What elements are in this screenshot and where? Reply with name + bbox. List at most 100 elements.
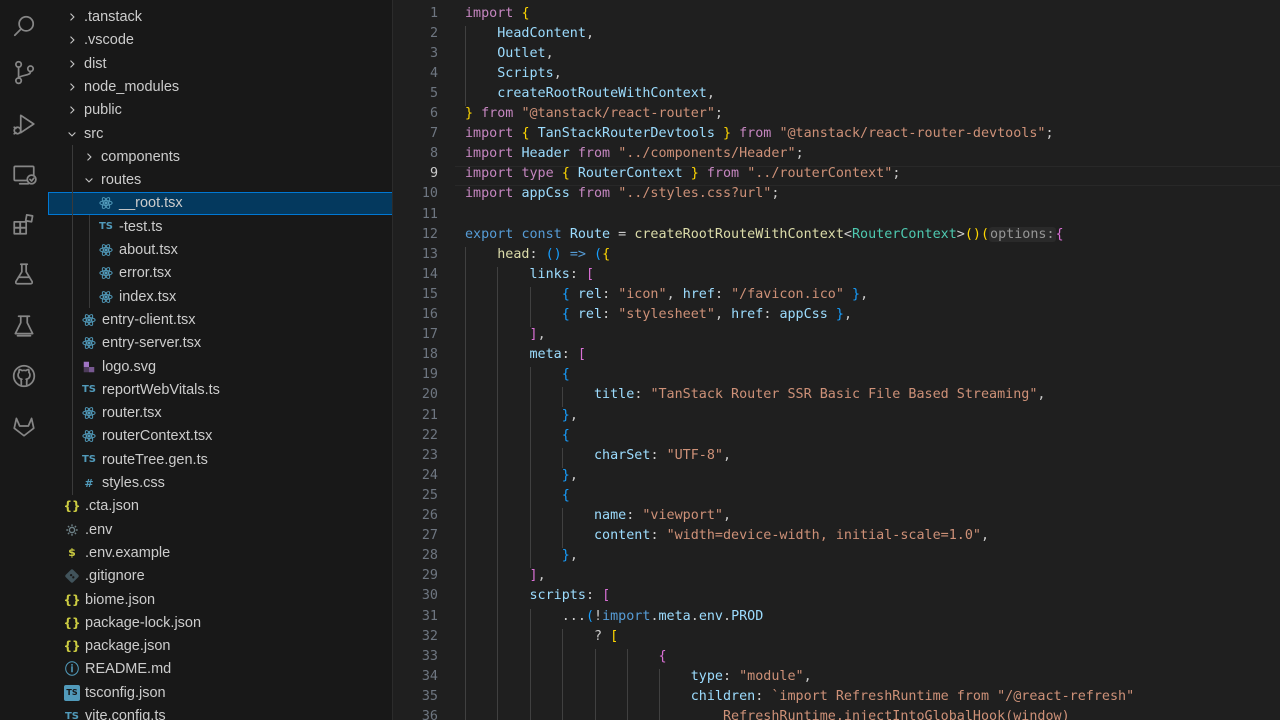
explorer-item-label: components — [101, 148, 180, 165]
explorer-folder-vscode[interactable]: .vscode — [48, 29, 392, 52]
explorer-file-styles-css[interactable]: # styles.css — [48, 472, 392, 495]
explorer-file-readme-md[interactable]: ⓘ README.md — [48, 658, 392, 681]
code-line[interactable]: content: "width=device-width, initial-sc… — [465, 528, 989, 543]
explorer-file-biome-json[interactable]: {} biome.json — [48, 588, 392, 611]
code-line[interactable]: { rel: "icon", href: "/favicon.ico" }, — [465, 287, 868, 302]
explorer-file-vite-config-ts[interactable]: TS vite.config.ts — [48, 705, 392, 720]
code-line[interactable]: }, — [465, 408, 578, 423]
explorer-folder-routes[interactable]: routes — [48, 169, 392, 192]
explorer-folder-public[interactable]: public — [48, 99, 392, 122]
react-file-icon — [98, 289, 114, 305]
line-number: 24 — [421, 467, 438, 483]
code-line[interactable]: } from "@tanstack/react-router"; — [465, 106, 723, 121]
explorer-item-label: routerContext.tsx — [102, 428, 213, 445]
code-editor[interactable]: 1 import {2 HeadContent, 3 Outlet, 4 Script… — [393, 0, 1280, 720]
code-line[interactable]: ? [ — [465, 629, 618, 644]
code-line[interactable]: createRootRouteWithContext, — [465, 86, 715, 101]
code-line[interactable]: ], — [465, 327, 546, 342]
explorer-file-test-ts[interactable]: TS -test.ts — [48, 215, 392, 238]
explorer-item-label: styles.css — [102, 475, 165, 491]
code-token: type — [521, 166, 554, 182]
explorer-file-router-tsx[interactable]: router.tsx — [48, 402, 392, 425]
explorer-file-entry-client-tsx[interactable]: entry-client.tsx — [48, 308, 392, 331]
code-token: from — [739, 126, 772, 142]
code-line[interactable]: children: `import RefreshRuntime from "/… — [465, 689, 1134, 704]
code-line[interactable]: scripts: [ — [465, 588, 611, 604]
extensions-activity-button[interactable] — [0, 200, 48, 248]
code-line[interactable]: RefreshRuntime.injectIntoGlobalHook(wind… — [465, 709, 1070, 720]
code-line[interactable]: import appCss from "../styles.css?url"; — [465, 186, 779, 201]
explorer-file-error-tsx[interactable]: error.tsx — [48, 262, 392, 285]
json-file-icon: {} — [63, 499, 81, 514]
code-token: } — [835, 307, 844, 322]
code-line[interactable]: HeadContent, — [465, 26, 594, 41]
code-token: Route — [569, 226, 611, 242]
code-line[interactable]: { — [465, 488, 570, 503]
code-token: . — [650, 608, 659, 624]
code-token: type — [690, 668, 723, 684]
code-token: : — [585, 588, 603, 604]
explorer-folder-tanstack[interactable]: .tanstack — [48, 6, 392, 29]
code-line[interactable]: }, — [465, 548, 578, 563]
code-token: ] — [529, 568, 538, 584]
code-line[interactable]: ], — [465, 568, 546, 583]
explorer-file-package-json[interactable]: {} package.json — [48, 635, 392, 658]
explorer-file-logo-svg[interactable]: logo.svg — [48, 355, 392, 378]
code-token: : — [650, 528, 667, 544]
code-line[interactable]: export const Route = createRootRouteWith… — [465, 226, 1064, 242]
lab-flask-activity-button[interactable] — [0, 302, 48, 350]
explorer-folder-components[interactable]: components — [48, 145, 392, 168]
explorer-file-entry-server-tsx[interactable]: entry-server.tsx — [48, 332, 392, 355]
code-line[interactable]: import { TanStackRouterDevtools } from "… — [465, 126, 1054, 141]
code-token: < — [843, 226, 852, 242]
explorer-file-cta-json[interactable]: {} .cta.json — [48, 495, 392, 518]
source-control-activity-button[interactable] — [0, 48, 48, 96]
code-line[interactable]: }, — [465, 468, 578, 483]
chevron-right-icon — [64, 9, 80, 25]
code-line[interactable]: links: [ — [465, 266, 595, 282]
code-line[interactable]: import type { RouterContext } from "../r… — [465, 166, 900, 181]
code-line[interactable]: head: () => ({ — [465, 247, 610, 262]
code-line[interactable]: charSet: "UTF-8", — [465, 448, 731, 463]
code-line[interactable]: { — [465, 428, 570, 443]
code-token: } — [852, 286, 861, 302]
explorer-file-routercontext-tsx[interactable]: routerContext.tsx — [48, 425, 392, 448]
code-line[interactable]: { rel: "stylesheet", href: appCss }, — [465, 307, 852, 322]
code-line[interactable]: meta: [ — [465, 347, 586, 362]
explorer-file-about-tsx[interactable]: about.tsx — [48, 239, 392, 262]
explorer-file-index-tsx[interactable]: index.tsx — [48, 285, 392, 308]
code-line[interactable]: { — [465, 367, 570, 382]
explorer-folder-dist[interactable]: dist — [48, 52, 392, 75]
react-file-icon — [81, 405, 97, 421]
testing-activity-button[interactable] — [0, 250, 48, 298]
explorer-file-tsconfig-json[interactable]: TS tsconfig.json — [48, 681, 392, 704]
explorer-file-root-tsx[interactable]: __root.tsx — [48, 191, 392, 215]
code-line[interactable]: type: "module", — [465, 669, 812, 684]
code-token: { — [561, 166, 570, 182]
explorer-file-reportwebvitals-ts[interactable]: TS reportWebVitals.ts — [48, 378, 392, 401]
code-line[interactable]: title: "TanStack Router SSR Basic File B… — [465, 387, 1045, 402]
github-activity-button[interactable] — [0, 352, 48, 400]
code-line[interactable]: ...(!import.meta.env.PROD — [465, 608, 764, 624]
gitlab-activity-button[interactable] — [0, 402, 48, 450]
code-line[interactable]: import { — [465, 6, 530, 21]
explorer-file-env-example[interactable]: $ .env.example — [48, 541, 392, 564]
explorer-file-package-lock-json[interactable]: {} package-lock.json — [48, 611, 392, 634]
code-token: : — [569, 266, 586, 282]
explorer-file-gitignore[interactable]: .gitignore — [48, 565, 392, 588]
explorer-folder-src[interactable]: src — [48, 122, 392, 145]
code-line[interactable]: { — [465, 649, 666, 664]
remote-explorer-activity-button[interactable] — [0, 150, 48, 198]
code-token: { — [561, 307, 570, 322]
code-line[interactable]: Outlet, — [465, 46, 553, 61]
run-debug-activity-button[interactable] — [0, 100, 48, 148]
explorer-folder-node-modules[interactable]: node_modules — [48, 75, 392, 98]
code-line[interactable]: name: "viewport", — [465, 508, 731, 523]
code-line[interactable]: import Header from "../components/Header… — [465, 146, 804, 161]
explorer-file-env[interactable]: .env — [48, 518, 392, 541]
explorer-file-routetree-gen-ts[interactable]: TS routeTree.gen.ts — [48, 448, 392, 471]
search-activity-button[interactable] — [0, 2, 48, 50]
code-line[interactable]: Scripts, — [465, 66, 562, 81]
indent-guide — [594, 648, 596, 720]
